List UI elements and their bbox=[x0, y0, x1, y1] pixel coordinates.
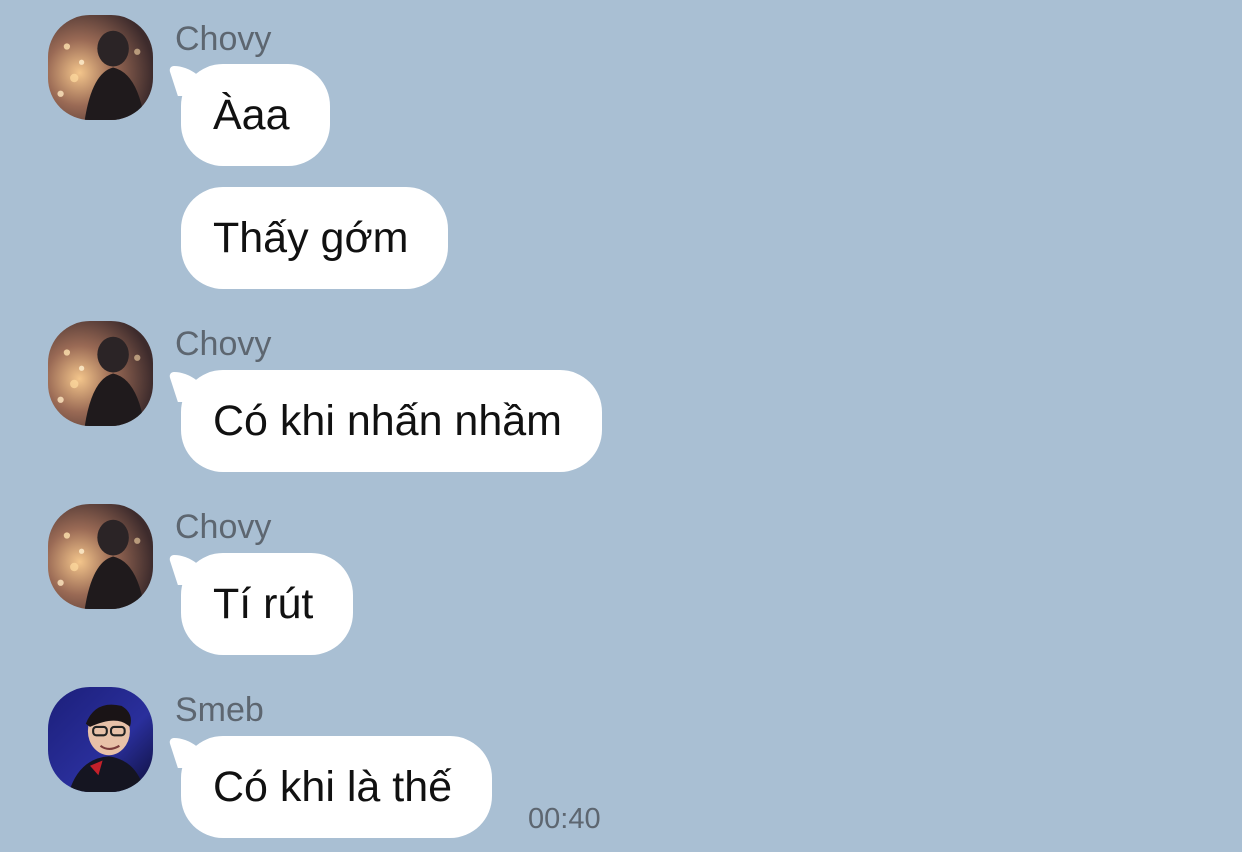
smeb-avatar[interactable] bbox=[48, 687, 153, 792]
sender-name: Chovy bbox=[175, 20, 272, 58]
chovy-avatar[interactable] bbox=[48, 504, 153, 609]
message-text: Có khi là thế bbox=[213, 762, 453, 811]
chat-area[interactable]: Chovy Àaa Thấy gớm Chovy Có khi nhấn nhầ… bbox=[0, 0, 1242, 852]
message-text: Àaa bbox=[213, 90, 290, 139]
message-bubble[interactable]: Àaa bbox=[181, 64, 330, 166]
message-text: Có khi nhấn nhầm bbox=[213, 396, 562, 445]
message-bubble[interactable]: Có khi nhấn nhầm bbox=[181, 370, 602, 472]
sender-name: Smeb bbox=[175, 691, 264, 729]
sender-name: Chovy bbox=[175, 325, 272, 363]
message-text: Tí rút bbox=[213, 579, 314, 628]
sender-name: Chovy bbox=[175, 508, 272, 546]
message-bubble[interactable]: Thấy gớm bbox=[181, 187, 449, 289]
message-timestamp: 00:40 bbox=[528, 803, 601, 835]
chovy-avatar[interactable] bbox=[48, 321, 153, 426]
chovy-avatar[interactable] bbox=[48, 15, 153, 120]
message-bubble[interactable]: Có khi là thế bbox=[181, 736, 493, 838]
message-bubble[interactable]: Tí rút bbox=[181, 553, 354, 655]
message-text: Thấy gớm bbox=[213, 213, 409, 262]
